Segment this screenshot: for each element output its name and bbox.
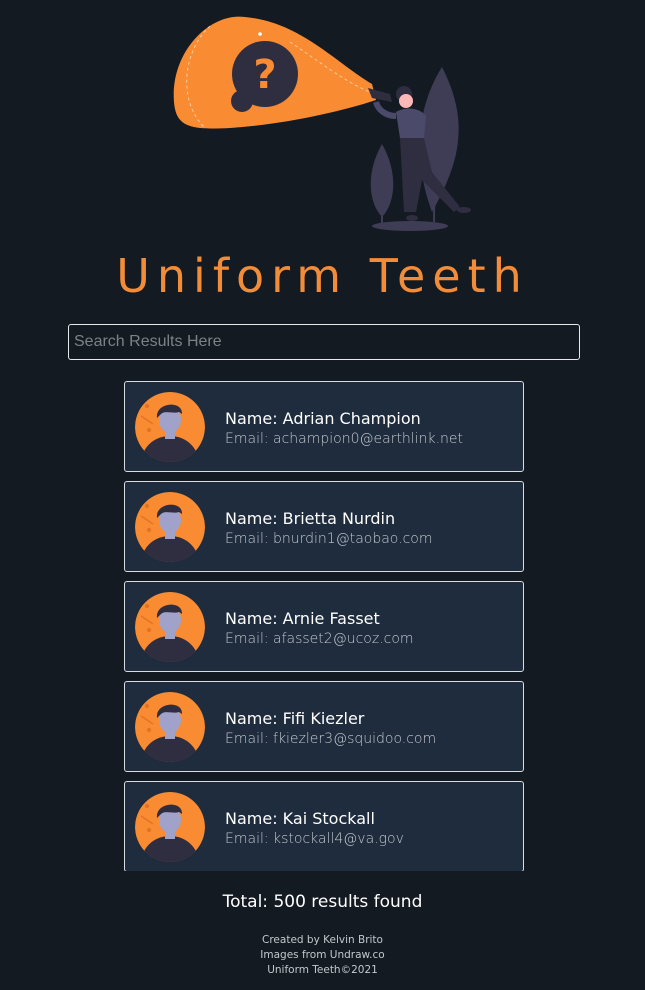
user-avatar-icon <box>135 492 205 562</box>
footer-copyright: Uniform Teeth©2021 <box>267 964 378 976</box>
user-email: Email: kstockall4@va.gov <box>225 831 404 847</box>
user-avatar-icon <box>135 792 205 862</box>
list-item[interactable]: Name: Fifi Kiezler Email: fkiezler3@squi… <box>124 681 524 772</box>
page-title: Uniform Teeth <box>116 249 529 303</box>
footer-images-credit: Images from Undraw.co <box>260 949 385 961</box>
footer-credit: Created by Kelvin Brito <box>262 934 383 946</box>
user-email: Email: fkiezler3@squidoo.com <box>225 731 437 747</box>
user-name: Name: Arnie Fasset <box>225 609 380 628</box>
footer: Created by Kelvin Brito Images from Undr… <box>0 933 645 978</box>
user-avatar-icon <box>135 692 205 762</box>
user-avatar-icon <box>135 392 205 462</box>
user-name: Name: Adrian Champion <box>225 409 421 428</box>
list-item[interactable]: Name: Brietta Nurdin Email: bnurdin1@tao… <box>124 481 524 572</box>
results-list[interactable]: Name: Adrian Champion Email: achampion0@… <box>124 381 524 871</box>
searchlight-illustration: ? <box>173 16 471 231</box>
user-email: Email: afasset2@ucoz.com <box>225 631 414 647</box>
list-item[interactable]: Name: Adrian Champion Email: achampion0@… <box>124 381 524 472</box>
user-name: Name: Fifi Kiezler <box>225 709 365 728</box>
results-total: Total: 500 results found <box>222 892 423 912</box>
page: ? Uniform Teeth Search Results Here Name… <box>0 0 645 990</box>
user-email: Email: achampion0@earthlink.net <box>225 431 463 447</box>
user-name: Name: Brietta Nurdin <box>225 509 396 528</box>
user-avatar-icon <box>135 592 205 662</box>
user-email: Email: bnurdin1@taobao.com <box>225 531 433 547</box>
list-item[interactable]: Name: Arnie Fasset Email: afasset2@ucoz.… <box>124 581 524 672</box>
search-input[interactable] <box>68 324 580 360</box>
list-item[interactable]: Name: Kai Stockall Email: kstockall4@va.… <box>124 781 524 871</box>
user-name: Name: Kai Stockall <box>225 809 375 828</box>
svg-text:?: ? <box>253 52 276 98</box>
